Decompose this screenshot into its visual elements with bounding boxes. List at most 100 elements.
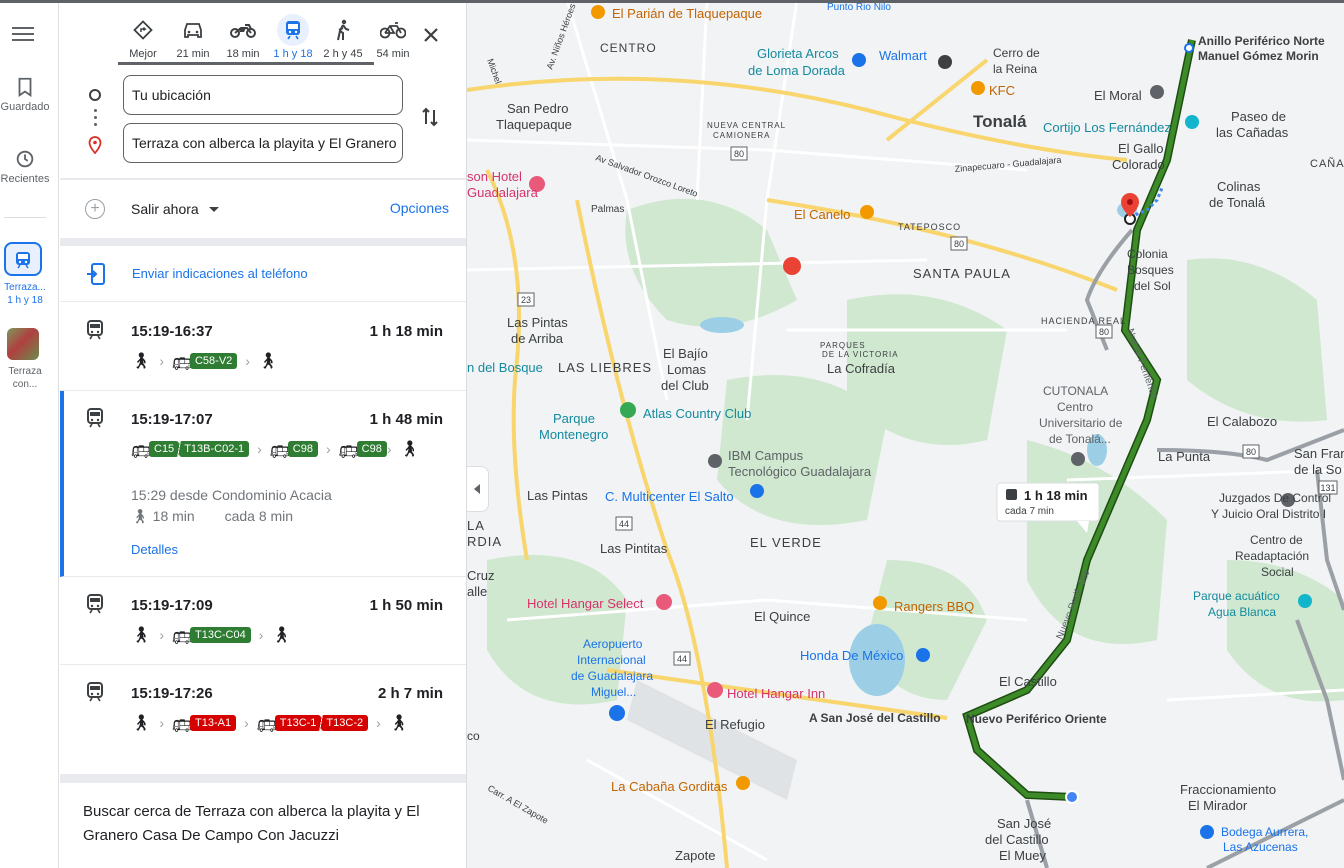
svg-text:Y Juicio Oral Distrito I: Y Juicio Oral Distrito I bbox=[1211, 507, 1326, 521]
window-top-edge bbox=[0, 0, 1344, 3]
svg-text:Montenegro: Montenegro bbox=[539, 427, 608, 442]
app-root: Guardado Recientes Terraza... 1 h y 18 T… bbox=[0, 0, 1344, 868]
svg-text:Miguel...: Miguel... bbox=[591, 685, 636, 699]
route-option-4[interactable]: 15:19-17:26 2 h 7 min 🚶︎ › 🚌︎ T13-A1 › 🚌︎ T1… bbox=[60, 665, 466, 775]
walk-icon bbox=[337, 19, 350, 41]
collapse-panel-button[interactable] bbox=[467, 466, 489, 512]
send-to-phone-label: Enviar indicaciones al teléfono bbox=[132, 266, 308, 281]
caret-down-icon[interactable] bbox=[209, 207, 219, 212]
mode-walk[interactable]: 2 h y 45 bbox=[318, 14, 368, 60]
svg-text:A San José del Castillo: A San José del Castillo bbox=[809, 711, 941, 725]
svg-text:las Cañadas: las Cañadas bbox=[1216, 125, 1289, 140]
departure-row: + Salir ahora Opciones bbox=[60, 180, 466, 238]
options-button[interactable]: Opciones bbox=[390, 200, 449, 216]
stop-marker[interactable] bbox=[1184, 43, 1194, 53]
origin-input[interactable]: Tu ubicación bbox=[123, 75, 403, 115]
svg-text:DE LA VICTORIA: DE LA VICTORIA bbox=[822, 350, 899, 359]
walk-icon: 🚶︎ bbox=[131, 353, 152, 370]
bus-icon: 🚌︎ bbox=[269, 444, 291, 461]
walk-icon: 🚶︎ bbox=[388, 715, 410, 732]
svg-text:El Parián de Tlaquepaque: El Parián de Tlaquepaque bbox=[612, 6, 762, 21]
svg-text:80: 80 bbox=[734, 149, 744, 159]
svg-text:KFC: KFC bbox=[989, 83, 1015, 98]
route-option-1[interactable]: 15:19-16:37 1 h 18 min 🚶︎ › 🚌︎ C58-V2 › 🚶︎ bbox=[60, 303, 466, 391]
svg-text:Tlaquepaque: Tlaquepaque bbox=[496, 117, 572, 132]
bus-icon: 🚌︎ bbox=[338, 444, 359, 461]
svg-text:El Muey: El Muey bbox=[999, 848, 1046, 863]
svg-text:El Gallo: El Gallo bbox=[1118, 141, 1164, 156]
svg-text:El Canelo: El Canelo bbox=[794, 207, 850, 222]
route-option-3[interactable]: 15:19-17:09 1 h 50 min 🚶︎ › 🚌︎ T13C-C04 › 🚶… bbox=[60, 577, 466, 665]
walk-icon: 🚶︎ bbox=[131, 715, 152, 732]
svg-text:El Bajío: El Bajío bbox=[663, 346, 708, 361]
map-canvas[interactable]: 80 80 23 80 44 44 80 131 El Parián de Tl… bbox=[467, 0, 1344, 868]
mode-motorcycle[interactable]: 18 min bbox=[218, 14, 268, 60]
active-destination-button[interactable] bbox=[4, 242, 42, 276]
svg-text:de la So: de la So bbox=[1294, 462, 1342, 477]
motorcycle-icon bbox=[230, 24, 256, 38]
modes-underline bbox=[118, 62, 374, 65]
svg-text:La Cofradía: La Cofradía bbox=[827, 361, 896, 376]
svg-text:Parque: Parque bbox=[553, 411, 595, 426]
menu-icon[interactable] bbox=[12, 24, 34, 46]
route-option-2[interactable]: 15:19-17:07 1 h 48 min 🚌︎ C15 T13B-C02-1 › … bbox=[60, 391, 466, 577]
walk-icon: 🚶︎ bbox=[131, 627, 152, 644]
mode-walk-label: 2 h y 45 bbox=[323, 48, 363, 60]
svg-text:Centro de: Centro de bbox=[1250, 533, 1303, 547]
saved-button[interactable]: Guardado bbox=[0, 76, 50, 113]
svg-text:23: 23 bbox=[521, 295, 531, 305]
route-badge: T13B-C02-1 bbox=[179, 441, 250, 457]
route-duration: 2 h 7 min bbox=[377, 685, 443, 702]
bookmark-icon bbox=[18, 77, 32, 97]
mode-bike[interactable]: 54 min bbox=[368, 14, 418, 60]
send-to-phone-row[interactable]: Enviar indicaciones al teléfono bbox=[60, 246, 466, 302]
svg-text:del Castillo: del Castillo bbox=[985, 832, 1049, 847]
svg-text:44: 44 bbox=[619, 519, 629, 529]
route-badge: C98 bbox=[287, 441, 318, 457]
leave-now-dropdown[interactable]: Salir ahora bbox=[131, 201, 199, 217]
svg-text:Walmart: Walmart bbox=[879, 48, 927, 63]
svg-text:CAÑADA: CAÑADA bbox=[1310, 157, 1344, 170]
place-thumbnail[interactable] bbox=[7, 328, 39, 360]
details-link[interactable]: Detalles bbox=[131, 542, 178, 557]
svg-text:alle: alle bbox=[467, 584, 487, 599]
svg-text:RDIA: RDIA bbox=[467, 534, 502, 549]
destination-input[interactable]: Terraza con alberca la playita y El Gran… bbox=[123, 123, 403, 163]
origin-marker[interactable] bbox=[1065, 790, 1079, 804]
svg-text:44: 44 bbox=[677, 654, 687, 664]
add-stop-icon[interactable]: + bbox=[85, 199, 105, 219]
route-badge: C98 bbox=[356, 441, 387, 457]
transit-icon bbox=[1006, 489, 1017, 500]
directions-panel: Mejor 21 min 18 min 1 h y 18 2 h y 45 54… bbox=[60, 0, 467, 868]
svg-text:cada 7 min: cada 7 min bbox=[1005, 506, 1054, 517]
mode-car[interactable]: 21 min bbox=[168, 14, 218, 60]
bus-icon: 🚌︎ bbox=[171, 356, 193, 373]
active-dest-line2: 1 h y 18 bbox=[7, 295, 43, 306]
svg-text:de Tonalá...: de Tonalá... bbox=[1049, 432, 1111, 446]
svg-text:Hotel Hangar Select: Hotel Hangar Select bbox=[527, 596, 644, 611]
thumb-line1: Terraza bbox=[8, 366, 42, 377]
svg-text:Palmas: Palmas bbox=[591, 204, 624, 215]
close-icon[interactable] bbox=[420, 24, 442, 46]
svg-text:Las Pintas: Las Pintas bbox=[507, 315, 568, 330]
recent-label: Recientes bbox=[0, 173, 50, 185]
recent-button[interactable]: Recientes bbox=[0, 148, 50, 185]
svg-text:Bosques: Bosques bbox=[1127, 263, 1174, 277]
route-time: 15:19-17:07 bbox=[131, 411, 213, 428]
search-nearby-link[interactable]: Buscar cerca de Terraza con alberca la p… bbox=[83, 800, 443, 848]
swap-icon[interactable] bbox=[422, 106, 438, 128]
svg-text:TATEPOSCO: TATEPOSCO bbox=[898, 222, 961, 232]
svg-text:Honda De México: Honda De México bbox=[800, 648, 903, 663]
svg-text:PARQUES: PARQUES bbox=[820, 341, 866, 350]
svg-text:Colinas: Colinas bbox=[1217, 179, 1261, 194]
svg-text:C. Multicenter El Salto: C. Multicenter El Salto bbox=[605, 489, 734, 504]
route-duration: 1 h 50 min bbox=[369, 597, 443, 614]
mode-transit[interactable]: 1 h y 18 bbox=[268, 14, 318, 60]
map-svg: 80 80 23 80 44 44 80 131 El Parián de Tl… bbox=[467, 0, 1344, 868]
transit-icon bbox=[87, 594, 103, 614]
section-divider bbox=[60, 238, 466, 246]
mode-best[interactable]: Mejor bbox=[118, 14, 168, 60]
svg-text:SANTA PAULA: SANTA PAULA bbox=[913, 266, 1011, 281]
route-walk-freq: 🚶︎ 18 min cada 8 min bbox=[131, 508, 293, 525]
svg-text:La Cabaña Gorditas: La Cabaña Gorditas bbox=[611, 779, 728, 794]
